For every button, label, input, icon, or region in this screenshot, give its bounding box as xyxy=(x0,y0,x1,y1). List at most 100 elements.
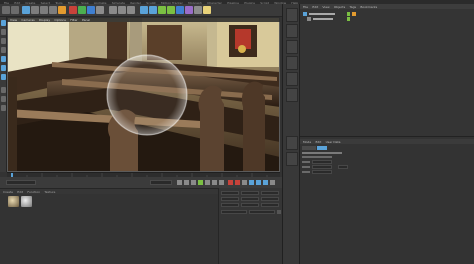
apply-button[interactable] xyxy=(277,210,281,214)
object-row[interactable] xyxy=(303,17,363,21)
attribute-menu-item[interactable]: Mode xyxy=(303,140,311,145)
next-key-icon[interactable] xyxy=(212,180,217,185)
viewport-menu-item[interactable]: Filter xyxy=(70,18,77,23)
size-z-field[interactable] xyxy=(241,203,259,207)
model-mode-icon[interactable] xyxy=(1,29,6,35)
position-key-icon[interactable] xyxy=(249,180,254,185)
undo-icon[interactable] xyxy=(2,6,10,14)
z-axis-icon[interactable] xyxy=(87,6,95,14)
go-to-start-icon[interactable] xyxy=(177,180,182,185)
tab-layers[interactable] xyxy=(286,72,298,86)
polygons-mode-icon[interactable] xyxy=(1,74,6,80)
texture-mode-icon[interactable] xyxy=(1,38,6,44)
pen-icon[interactable] xyxy=(149,6,157,14)
array-icon[interactable] xyxy=(167,6,175,14)
x-axis-icon[interactable] xyxy=(69,6,77,14)
render-view-icon[interactable] xyxy=(109,6,117,14)
size-mode-dropdown[interactable] xyxy=(249,210,275,214)
keyframe-selection-icon[interactable] xyxy=(242,180,247,185)
axis-mode-icon[interactable] xyxy=(1,87,6,93)
viewport-menu-item[interactable]: View xyxy=(10,18,17,23)
live-selection-icon[interactable] xyxy=(22,6,30,14)
rotation-b-field[interactable] xyxy=(261,203,279,207)
workplane-icon[interactable] xyxy=(1,47,6,53)
y-axis-icon[interactable] xyxy=(78,6,86,14)
next-frame-icon[interactable] xyxy=(205,180,210,185)
scale-key-icon[interactable] xyxy=(256,180,261,185)
start-frame-field[interactable] xyxy=(6,180,36,185)
camera-icon[interactable] xyxy=(194,6,202,14)
points-mode-icon[interactable] xyxy=(1,56,6,62)
move-icon[interactable] xyxy=(31,6,39,14)
size-x-field[interactable] xyxy=(241,191,259,195)
edges-mode-icon[interactable] xyxy=(1,65,6,71)
make-editable-icon[interactable] xyxy=(1,20,6,26)
autokey-icon[interactable] xyxy=(235,180,240,185)
attribute-field[interactable] xyxy=(312,170,332,174)
redo-icon[interactable] xyxy=(11,6,19,14)
tweak-mode-icon[interactable] xyxy=(1,96,6,102)
cube-icon[interactable] xyxy=(140,6,148,14)
tab-takes[interactable] xyxy=(286,24,298,38)
boole-icon[interactable] xyxy=(176,6,184,14)
tab-objects[interactable] xyxy=(286,8,298,22)
floor-icon[interactable] xyxy=(185,6,193,14)
position-y-field[interactable] xyxy=(221,197,239,201)
viewport-menu-item[interactable]: Panel xyxy=(82,18,90,23)
object-menu-item[interactable]: Tags xyxy=(349,5,356,10)
end-frame-field[interactable] xyxy=(150,180,172,185)
material-swatch[interactable] xyxy=(8,196,19,207)
attribute-label xyxy=(302,156,332,158)
attribute-tab-active[interactable] xyxy=(317,146,327,150)
play-icon[interactable] xyxy=(198,180,203,185)
viewport[interactable]: View Cameras Display Options Filter Pane… xyxy=(7,17,280,172)
attribute-label xyxy=(302,171,310,173)
object-menu-item[interactable]: View xyxy=(322,5,329,10)
visibility-dot-icon[interactable] xyxy=(347,17,350,21)
material-swatch[interactable] xyxy=(21,196,32,207)
timeline-settings-icon[interactable] xyxy=(270,180,275,185)
tab-structure[interactable] xyxy=(286,56,298,70)
previous-key-icon[interactable] xyxy=(184,180,189,185)
tag-icon[interactable] xyxy=(352,12,356,16)
object-menu-item[interactable]: Bookmarks xyxy=(360,5,377,10)
attribute-field[interactable] xyxy=(338,165,348,169)
object-name xyxy=(313,18,333,20)
snap-icon[interactable] xyxy=(1,105,6,111)
tab-motion-tracker[interactable] xyxy=(286,88,298,102)
rotate-icon[interactable] xyxy=(49,6,57,14)
coordinate-system-icon[interactable] xyxy=(96,6,104,14)
object-menu-item[interactable]: Edit xyxy=(312,5,318,10)
attribute-tab[interactable] xyxy=(302,146,316,150)
previous-frame-icon[interactable] xyxy=(191,180,196,185)
record-icon[interactable] xyxy=(228,180,233,185)
rotation-p-field[interactable] xyxy=(261,197,279,201)
viewport-menu-item[interactable]: Cameras xyxy=(21,18,34,23)
light-icon[interactable] xyxy=(203,6,211,14)
object-menu-item[interactable]: File xyxy=(303,5,308,10)
go-to-end-icon[interactable] xyxy=(219,180,224,185)
coordinate-mode-dropdown[interactable] xyxy=(221,210,247,214)
position-x-field[interactable] xyxy=(221,191,239,195)
attribute-field[interactable] xyxy=(312,160,332,164)
tab-layer-browser[interactable] xyxy=(286,152,298,166)
attribute-menu-item[interactable]: User Data xyxy=(326,140,341,145)
attribute-menu-item[interactable]: Edit xyxy=(315,140,321,145)
position-z-field[interactable] xyxy=(221,203,239,207)
object-menu-item[interactable]: Objects xyxy=(334,5,345,10)
attribute-field[interactable] xyxy=(312,165,332,169)
viewport-menu-item[interactable]: Options xyxy=(54,18,66,23)
scale-icon[interactable] xyxy=(40,6,48,14)
edit-render-settings-icon[interactable] xyxy=(127,6,135,14)
tab-content-browser[interactable] xyxy=(286,40,298,54)
size-y-field[interactable] xyxy=(241,197,259,201)
rotation-key-icon[interactable] xyxy=(263,180,268,185)
tab-attributes[interactable] xyxy=(286,136,298,150)
render-picture-viewer-icon[interactable] xyxy=(118,6,126,14)
object-row[interactable] xyxy=(303,12,363,16)
subdivision-icon[interactable] xyxy=(158,6,166,14)
rotation-h-field[interactable] xyxy=(261,191,279,195)
viewport-menu-item[interactable]: Display xyxy=(39,18,50,23)
recent-tool-icon[interactable] xyxy=(58,6,66,14)
visibility-dot-icon[interactable] xyxy=(347,12,350,16)
